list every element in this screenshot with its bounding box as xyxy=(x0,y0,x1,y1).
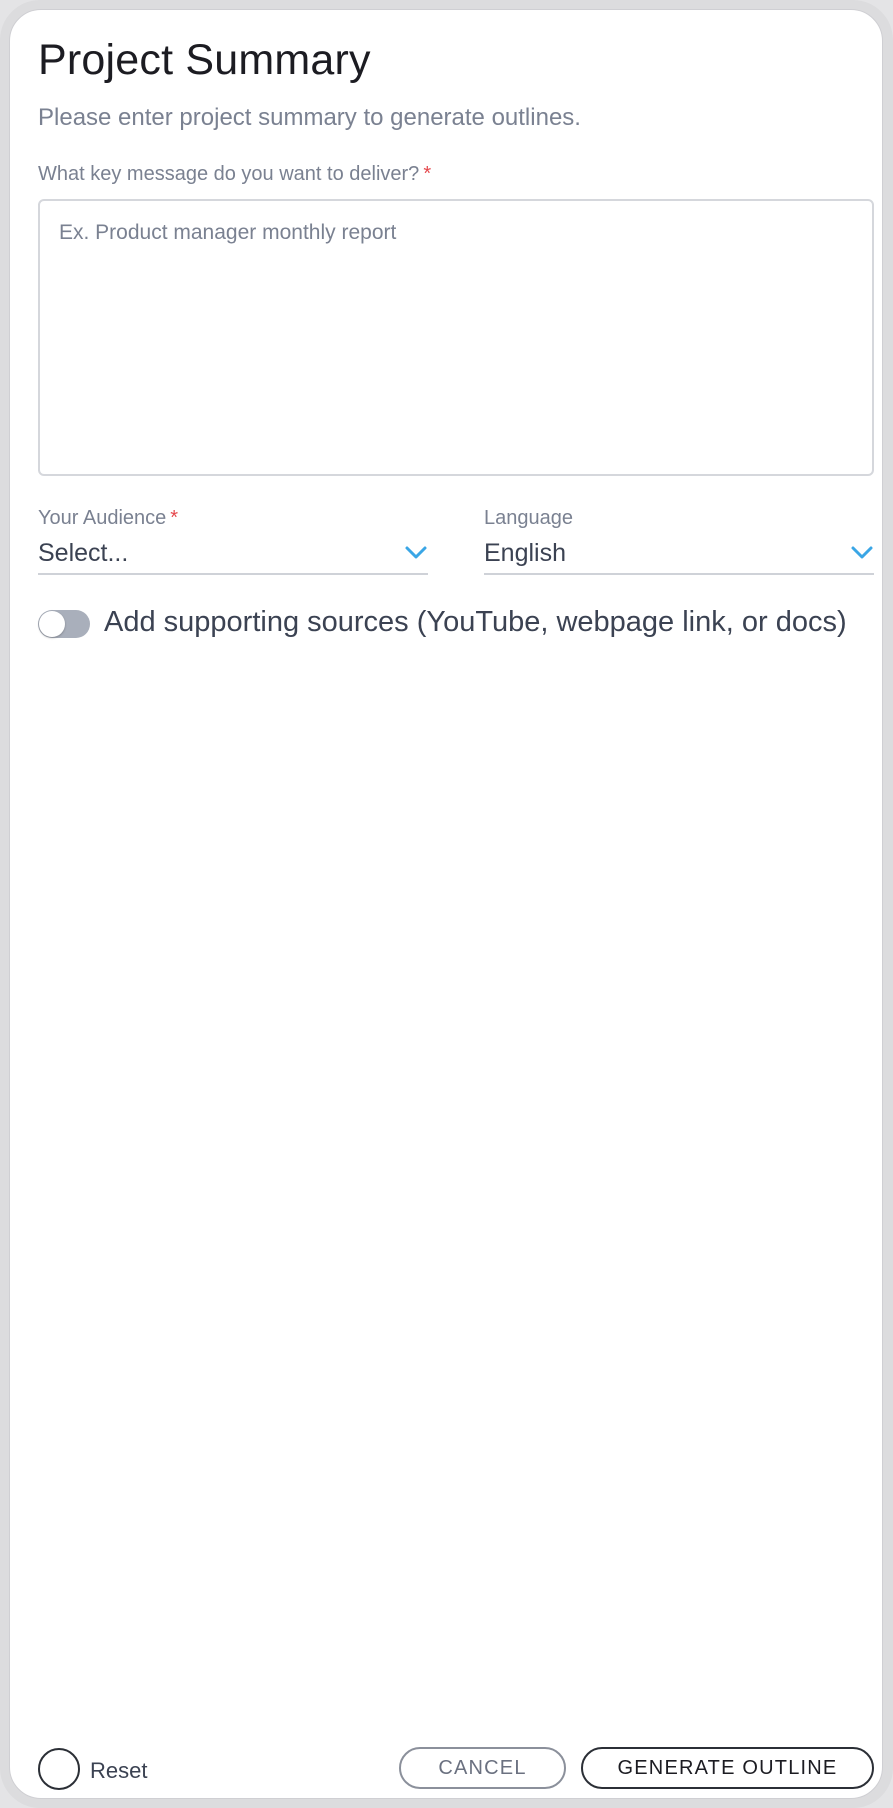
language-select-value: English xyxy=(484,539,566,567)
reset-label: Reset xyxy=(90,1758,148,1783)
required-mark: * xyxy=(170,507,179,529)
generate-outline-button[interactable]: GENERATE OUTLINE xyxy=(581,1747,874,1789)
key-message-label: What key message do you want to deliver?… xyxy=(38,163,431,186)
page-title: Project Summary xyxy=(38,36,371,84)
supporting-sources-toggle[interactable] xyxy=(38,610,90,638)
audience-select-value: Select... xyxy=(38,539,129,567)
chevron-down-icon xyxy=(851,546,873,559)
supporting-sources-label: Add supporting sources (YouTube, webpage… xyxy=(104,606,847,638)
key-message-label-text: What key message do you want to deliver? xyxy=(38,163,420,185)
key-message-input[interactable] xyxy=(38,199,874,476)
toggle-knob xyxy=(39,611,65,637)
language-select[interactable]: English xyxy=(484,535,874,575)
language-label: Language xyxy=(484,507,573,529)
project-summary-panel: Project Summary Please enter project sum… xyxy=(9,9,883,1799)
chevron-down-icon xyxy=(405,546,427,559)
cancel-button[interactable]: CANCEL xyxy=(399,1747,566,1789)
circle-icon xyxy=(38,1748,80,1790)
required-mark: * xyxy=(423,163,432,185)
audience-select[interactable]: Select... xyxy=(38,535,428,575)
page-subtitle: Please enter project summary to generate… xyxy=(38,104,581,131)
audience-label-text: Your Audience xyxy=(38,507,167,529)
audience-label: Your Audience * xyxy=(38,507,178,530)
app-frame: Project Summary Please enter project sum… xyxy=(0,0,893,1808)
